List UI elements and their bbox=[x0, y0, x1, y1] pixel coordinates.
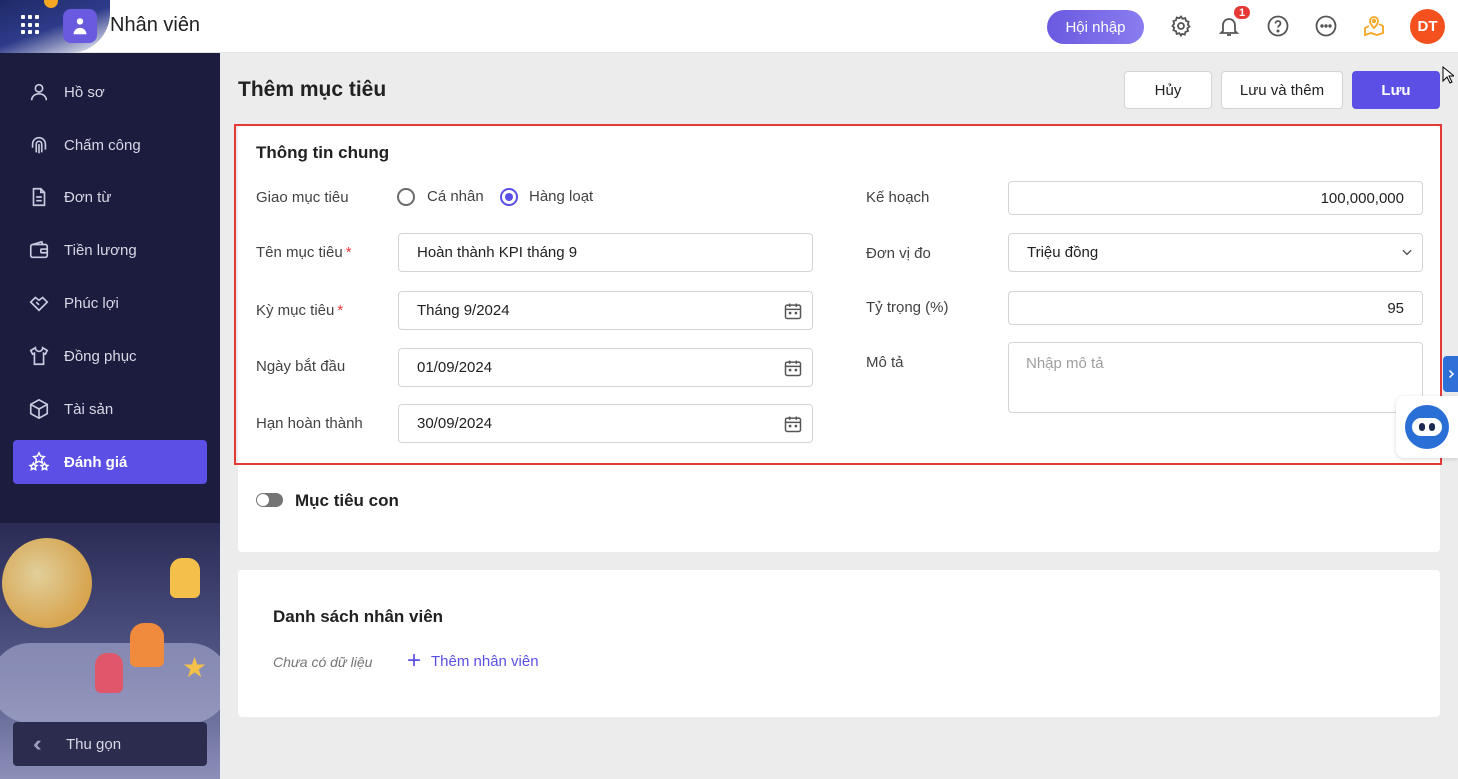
chevron-down-icon[interactable] bbox=[1400, 245, 1414, 259]
star-lantern-illustration: ★ bbox=[182, 652, 208, 683]
wallet-icon bbox=[27, 238, 51, 262]
avatar[interactable]: DT bbox=[1410, 9, 1445, 44]
page-title: Thêm mục tiêu bbox=[238, 78, 387, 101]
fingerprint-icon bbox=[27, 133, 51, 157]
stars-icon bbox=[27, 450, 51, 474]
sidebar-item-cham-cong[interactable]: Chấm công bbox=[13, 123, 207, 167]
general-info-title: Thông tin chung bbox=[256, 143, 390, 162]
due-date-field[interactable]: 30/09/2024 bbox=[398, 404, 813, 443]
start-date-label: Ngày bắt đầu bbox=[256, 358, 346, 375]
radio-individual-label[interactable]: Cá nhân bbox=[427, 188, 484, 205]
goal-period-label: Kỳ mục tiêu * bbox=[256, 302, 344, 319]
child-illustration bbox=[170, 558, 200, 598]
radio-bulk[interactable] bbox=[500, 188, 518, 206]
moon-illustration bbox=[2, 538, 92, 628]
plus-icon: + bbox=[407, 647, 422, 674]
due-date-label: Hạn hoàn thành bbox=[256, 415, 363, 432]
subgoal-label: Mục tiêu con bbox=[295, 491, 399, 510]
apps-grid-icon[interactable] bbox=[21, 15, 41, 35]
notification-badge: 1 bbox=[1232, 4, 1252, 21]
weight-input[interactable]: 95 bbox=[1008, 291, 1423, 325]
sidebar-item-label: Chấm công bbox=[64, 136, 141, 154]
start-date-field[interactable]: 01/09/2024 bbox=[398, 348, 813, 387]
sidebar-item-label: Tiền lương bbox=[64, 241, 137, 259]
handshake-icon bbox=[27, 291, 51, 315]
gear-icon[interactable] bbox=[1168, 13, 1194, 39]
empty-state-text: Chưa có dữ liệu bbox=[273, 654, 373, 670]
box-icon bbox=[27, 397, 51, 421]
mouse-cursor-icon bbox=[1442, 66, 1454, 84]
sidebar-item-label: Tài sản bbox=[64, 400, 114, 418]
description-textarea[interactable]: Nhập mô tả bbox=[1008, 342, 1423, 413]
user-icon bbox=[27, 80, 51, 104]
sidebar-item-dong-phuc[interactable]: Đồng phục bbox=[13, 334, 207, 378]
collapse-label: Thu gọn bbox=[66, 735, 122, 753]
goal-name-input[interactable]: Hoàn thành KPI tháng 9 bbox=[398, 233, 813, 272]
sidebar-item-tai-san[interactable]: Tài sản bbox=[13, 387, 207, 431]
chevron-right-icon bbox=[1448, 369, 1454, 379]
goal-period-field[interactable]: Tháng 9/2024 bbox=[398, 291, 813, 330]
shirt-icon bbox=[27, 344, 51, 368]
cancel-button[interactable]: Hủy bbox=[1124, 71, 1212, 109]
sidebar-item-danh-gia[interactable]: Đánh giá bbox=[13, 440, 207, 484]
sidebar-item-label: Phúc lợi bbox=[64, 294, 119, 312]
top-bar: Nhân viên Hội nhập 1 DT bbox=[0, 0, 1458, 53]
robot-icon bbox=[1405, 405, 1449, 449]
sidebar-item-label: Đồng phục bbox=[64, 347, 137, 365]
help-icon[interactable] bbox=[1265, 13, 1291, 39]
sidebar-item-label: Hồ sơ bbox=[64, 83, 105, 101]
sidebar-item-label: Đánh giá bbox=[64, 453, 128, 471]
plan-label: Kế hoạch bbox=[866, 189, 930, 206]
collapse-sidebar-button[interactable]: ‹‹ Thu gọn bbox=[13, 722, 207, 766]
expand-panel-tab[interactable] bbox=[1443, 356, 1458, 392]
weight-label: Tỷ trọng (%) bbox=[866, 299, 949, 316]
calendar-icon[interactable] bbox=[783, 414, 803, 434]
calendar-icon[interactable] bbox=[783, 358, 803, 378]
radio-individual[interactable] bbox=[397, 188, 415, 206]
goal-name-label: Tên mục tiêu * bbox=[256, 244, 352, 261]
calendar-icon[interactable] bbox=[783, 301, 803, 321]
unit-select[interactable]: Triệu đồng bbox=[1008, 233, 1423, 272]
child-illustration bbox=[130, 623, 164, 667]
save-button[interactable]: Lưu bbox=[1352, 71, 1440, 109]
unit-label: Đơn vị đo bbox=[866, 245, 931, 262]
double-chevron-left-icon: ‹‹ bbox=[33, 731, 41, 756]
add-employee-label: Thêm nhân viên bbox=[431, 652, 539, 670]
save-and-add-button[interactable]: Lưu và thêm bbox=[1221, 71, 1343, 109]
sidebar: ★ Hồ sơ Chấm công Đơn từ Tiền lương Phúc… bbox=[0, 53, 220, 779]
employee-list-card bbox=[238, 570, 1440, 717]
sidebar-item-tien-luong[interactable]: Tiền lương bbox=[13, 228, 207, 272]
radio-bulk-label[interactable]: Hàng loạt bbox=[529, 188, 593, 205]
assign-label: Giao mục tiêu bbox=[256, 189, 349, 206]
employee-list-title: Danh sách nhân viên bbox=[273, 607, 444, 626]
more-icon[interactable] bbox=[1313, 13, 1339, 39]
sidebar-item-don-tu[interactable]: Đơn từ bbox=[13, 175, 207, 219]
plan-input[interactable]: 100,000,000 bbox=[1008, 181, 1423, 215]
add-employee-button[interactable]: + Thêm nhân viên bbox=[407, 647, 539, 674]
subgoal-toggle[interactable] bbox=[256, 493, 283, 507]
hoinhap-button[interactable]: Hội nhập bbox=[1047, 10, 1144, 44]
app-title: Nhân viên bbox=[110, 14, 201, 36]
document-icon bbox=[27, 185, 51, 209]
app-logo bbox=[63, 9, 97, 43]
chatbot-button[interactable] bbox=[1396, 396, 1458, 458]
sidebar-item-phuc-loi[interactable]: Phúc lợi bbox=[13, 281, 207, 325]
description-label: Mô tả bbox=[866, 354, 904, 371]
sidebar-item-ho-so[interactable]: Hồ sơ bbox=[13, 70, 207, 114]
location-map-icon[interactable] bbox=[1361, 13, 1387, 39]
child-illustration bbox=[95, 653, 123, 693]
sidebar-item-label: Đơn từ bbox=[64, 188, 112, 206]
